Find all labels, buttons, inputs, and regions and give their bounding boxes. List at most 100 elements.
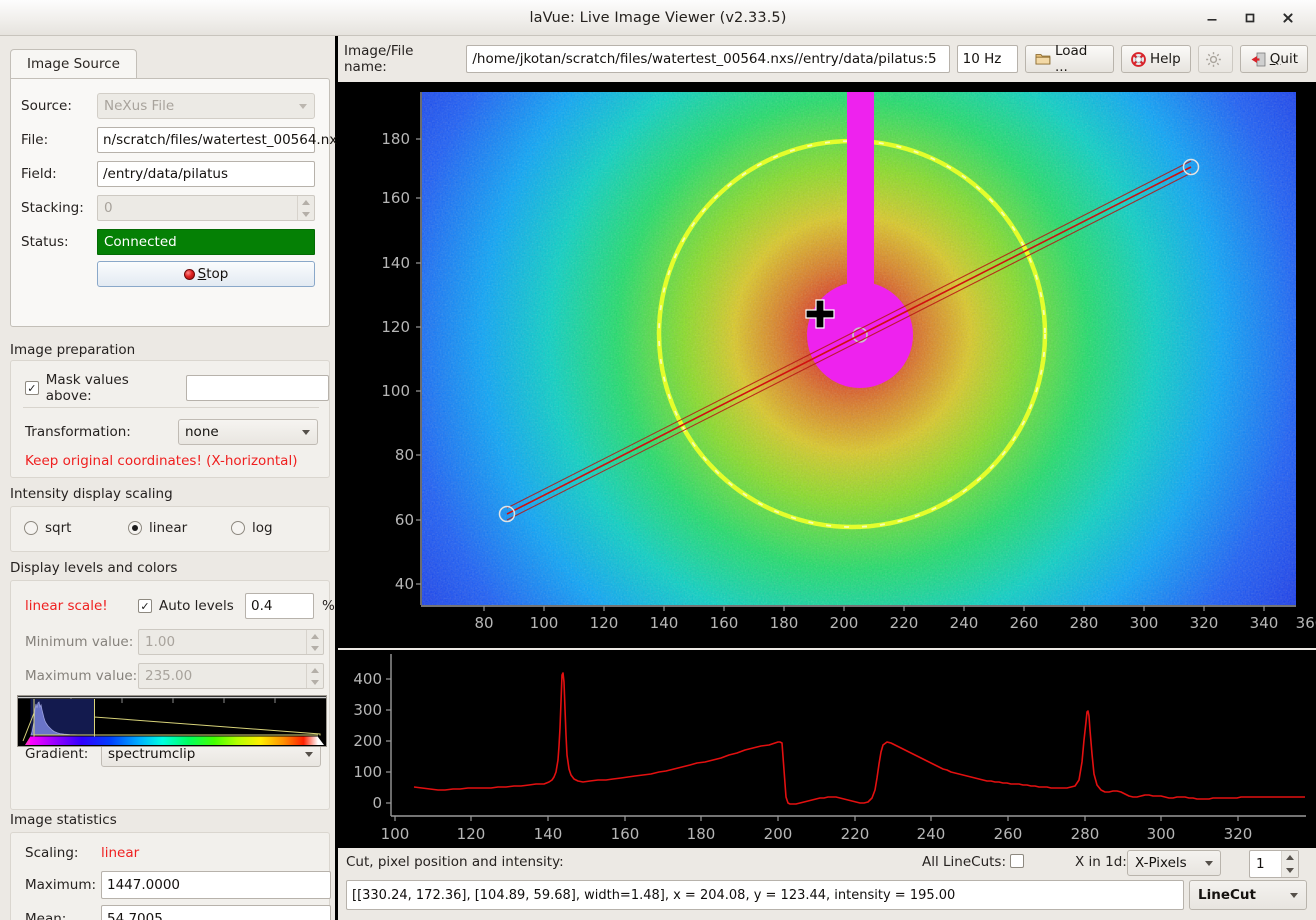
quit-rest: uit bbox=[1280, 51, 1298, 67]
svg-text:260: 260 bbox=[1010, 614, 1039, 632]
linecut-plot-svg[interactable]: 400 300 200 100 0 100120140 160180200 22… bbox=[338, 650, 1316, 848]
mask-value-input[interactable] bbox=[186, 375, 330, 401]
minimum-spinbox[interactable]: 1.00 bbox=[138, 629, 324, 655]
stacking-spinbox[interactable]: 0 bbox=[97, 195, 315, 221]
linecut-index-spinbox[interactable]: 1 bbox=[1249, 850, 1299, 878]
all-linecuts-checkbox[interactable]: ✓ bbox=[1010, 854, 1024, 868]
spin-up-icon bbox=[302, 200, 310, 205]
field-label: Field: bbox=[21, 166, 97, 182]
radio-linear-label: linear bbox=[149, 520, 187, 536]
svg-text:160: 160 bbox=[710, 614, 739, 632]
minimum-stepper[interactable] bbox=[306, 630, 323, 654]
display-levels-title: Display levels and colors bbox=[10, 560, 177, 576]
radio-log[interactable]: log bbox=[231, 520, 273, 536]
transformation-combo[interactable]: none bbox=[178, 419, 318, 445]
source-combo[interactable]: NeXus File bbox=[97, 93, 315, 119]
linear-scale-note: linear scale! bbox=[25, 598, 138, 614]
filename-input[interactable]: /home/jkotan/scratch/files/watertest_005… bbox=[466, 45, 949, 73]
stop-button-label: Stop bbox=[198, 266, 229, 282]
svg-text:300: 300 bbox=[1147, 825, 1176, 843]
file-input[interactable]: n/scratch/files/watertest_00564.nxs bbox=[97, 127, 315, 153]
svg-text:140: 140 bbox=[534, 825, 563, 843]
histogram-svg bbox=[18, 696, 326, 746]
maximum-row: Maximum value: 235.00 bbox=[25, 663, 324, 689]
minimize-icon[interactable] bbox=[1202, 8, 1222, 28]
auto-levels-label: Auto levels bbox=[159, 598, 245, 614]
chevron-down-icon bbox=[299, 104, 307, 109]
status-badge: Connected bbox=[97, 229, 315, 255]
close-icon[interactable] bbox=[1278, 8, 1298, 28]
x-in-1d-combo[interactable]: X-Pixels bbox=[1127, 850, 1221, 876]
radio-linear-indicator bbox=[128, 521, 142, 535]
auto-levels-checkbox[interactable]: ✓ bbox=[138, 599, 152, 613]
svg-text:40: 40 bbox=[395, 575, 414, 593]
stat-maximum-row: Maximum: 1447.0000 bbox=[25, 871, 331, 899]
coordinates-warning: Keep original coordinates! (X-horizontal… bbox=[25, 453, 297, 469]
svg-text:160: 160 bbox=[611, 825, 640, 843]
image-plot-area[interactable]: 180 160 140 120 100 80 60 40 bbox=[338, 82, 1316, 648]
chevron-down-icon bbox=[1205, 861, 1213, 866]
svg-text:240: 240 bbox=[917, 825, 946, 843]
chevron-down-icon bbox=[305, 752, 313, 757]
exit-icon bbox=[1250, 52, 1266, 67]
maximize-icon[interactable] bbox=[1240, 8, 1260, 28]
svg-text:260: 260 bbox=[994, 825, 1023, 843]
x-in-1d-label: X in 1d: bbox=[1075, 854, 1127, 870]
quit-button[interactable]: Quit bbox=[1240, 45, 1308, 73]
level-histogram-widget[interactable] bbox=[17, 695, 327, 747]
cut-info-input[interactable]: [[330.24, 172.36], [104.89, 59.68], widt… bbox=[346, 880, 1184, 910]
stacking-stepper[interactable] bbox=[297, 196, 314, 220]
help-button[interactable]: Help bbox=[1121, 45, 1191, 73]
svg-text:320: 320 bbox=[1190, 614, 1219, 632]
radio-linear[interactable]: linear bbox=[128, 520, 187, 536]
tool-value: LineCut bbox=[1198, 887, 1256, 903]
stat-mean-row: Mean: 54.7005 bbox=[25, 905, 331, 920]
stacking-value: 0 bbox=[104, 200, 113, 216]
svg-text:100: 100 bbox=[353, 763, 382, 781]
left-panel: Image Source Source: NeXus File File: n/… bbox=[0, 36, 338, 920]
image-source-pane: Source: NeXus File File: n/scratch/files… bbox=[10, 78, 330, 327]
stat-mean-input[interactable]: 54.7005 bbox=[101, 905, 331, 920]
mask-checkbox[interactable]: ✓ bbox=[25, 381, 39, 395]
stat-maximum-input[interactable]: 1447.0000 bbox=[101, 871, 331, 899]
stacking-row: Stacking: 0 bbox=[21, 195, 315, 221]
rate-input[interactable]: 10 Hz bbox=[957, 45, 1019, 73]
stop-row: Stop bbox=[97, 261, 315, 287]
transformation-label: Transformation: bbox=[25, 424, 178, 440]
x-in-1d-value: X-Pixels bbox=[1135, 855, 1187, 871]
linecut-index-stepper[interactable] bbox=[1281, 851, 1298, 877]
spin-up-icon bbox=[1286, 855, 1294, 860]
tab-image-source[interactable]: Image Source bbox=[10, 49, 137, 79]
svg-text:320: 320 bbox=[1224, 825, 1253, 843]
stop-button[interactable]: Stop bbox=[97, 261, 315, 287]
load-button[interactable]: Load ... bbox=[1025, 45, 1114, 73]
radio-sqrt[interactable]: sqrt bbox=[24, 520, 71, 536]
minimum-value: 1.00 bbox=[145, 634, 175, 650]
field-input[interactable]: /entry/data/pilatus bbox=[97, 161, 315, 187]
folder-icon bbox=[1035, 52, 1051, 66]
title-bar: laVue: Live Image Viewer (v2.33.5) bbox=[0, 0, 1316, 36]
detector-image[interactable] bbox=[342, 82, 1316, 648]
auto-levels-input[interactable]: 0.4 bbox=[245, 593, 314, 619]
minimum-row: Minimum value: 1.00 bbox=[25, 629, 324, 655]
app-window: laVue: Live Image Viewer (v2.33.5) Image… bbox=[0, 0, 1316, 920]
svg-text:200: 200 bbox=[764, 825, 793, 843]
source-label: Source: bbox=[21, 98, 97, 114]
settings-button[interactable] bbox=[1198, 45, 1233, 73]
scaling-label: Scaling: bbox=[25, 845, 101, 861]
maximum-spinbox[interactable]: 235.00 bbox=[138, 663, 324, 689]
tool-combo[interactable]: LineCut bbox=[1189, 880, 1307, 910]
radio-sqrt-indicator bbox=[24, 521, 38, 535]
minimum-label: Minimum value: bbox=[25, 634, 138, 650]
svg-text:120: 120 bbox=[457, 825, 486, 843]
auto-levels-row: linear scale! ✓ Auto levels 0.4 % bbox=[25, 593, 335, 619]
maximum-stepper[interactable] bbox=[306, 664, 323, 688]
linecut-plot-area[interactable]: 400 300 200 100 0 100120140 160180200 22… bbox=[338, 650, 1316, 848]
intensity-scaling-group: sqrt linear log bbox=[10, 506, 330, 552]
svg-text:360: 360 bbox=[1296, 614, 1316, 632]
percent-label: % bbox=[322, 598, 335, 614]
spin-down-icon bbox=[311, 680, 319, 685]
mask-row: ✓ Mask values above: bbox=[25, 372, 329, 404]
image-plot-svg[interactable]: 180 160 140 120 100 80 60 40 bbox=[342, 82, 1316, 648]
linecut-index-value: 1 bbox=[1256, 856, 1265, 872]
